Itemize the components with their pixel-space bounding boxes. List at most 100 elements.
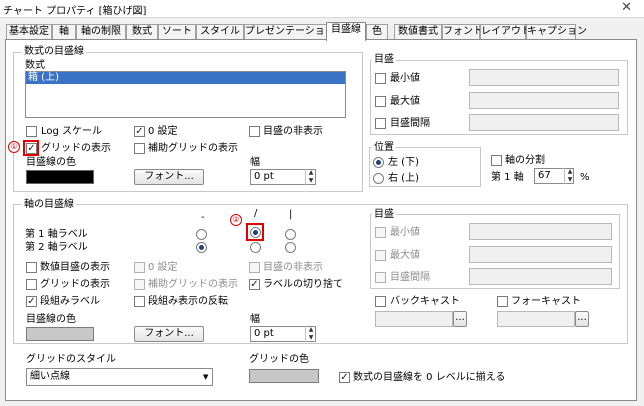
zero-setting-checkbox[interactable]: ✓ <box>134 126 145 137</box>
tab-expressions[interactable]: 数式 <box>126 24 158 40</box>
backcast-label: バックキャスト <box>390 296 460 307</box>
axis-zero-checkbox[interactable] <box>134 262 145 273</box>
chevron-down-icon[interactable]: ▼ <box>203 373 208 381</box>
expression-list[interactable]: 箱 (上) <box>25 71 346 118</box>
spin-up-icon[interactable]: ▲ <box>306 326 316 334</box>
minor-grid-checkbox[interactable] <box>134 143 145 154</box>
tab-gridlines[interactable]: 目盛線 <box>326 22 366 41</box>
tab-basic[interactable]: 基本設定 <box>6 24 52 40</box>
grid-style-label: グリッドのスタイル <box>26 354 116 365</box>
align-zero-checkbox[interactable]: ✓ <box>339 372 350 383</box>
forecast-input[interactable] <box>497 311 575 327</box>
annotation-marker-1: ① <box>8 141 20 153</box>
axis1-diagonal-radio[interactable] <box>250 227 261 238</box>
spin-down-icon[interactable]: ▼ <box>306 177 316 185</box>
expr-gridlines-title: 数式の目盛線 <box>22 46 86 58</box>
font-button[interactable]: フォント... <box>134 169 204 185</box>
tab-style[interactable]: スタイル <box>196 24 244 40</box>
position-right-radio[interactable] <box>373 173 384 184</box>
position-right-label: 右 (上) <box>388 173 419 184</box>
stagger-labels-checkbox[interactable]: ✓ <box>26 296 37 307</box>
tab-presentation[interactable]: プレゼンテーション <box>244 24 335 40</box>
grid-color-swatch[interactable] <box>26 170 94 184</box>
axis1-label: 第 1 軸ラベル <box>25 229 88 240</box>
forecast-label: フォーキャスト <box>511 296 581 307</box>
close-icon[interactable]: ✕ <box>621 0 632 15</box>
axis1-horizontal-radio[interactable] <box>196 229 207 240</box>
interval-checkbox[interactable] <box>375 118 386 129</box>
axis-min-input[interactable] <box>469 223 612 240</box>
tab-caption[interactable]: キャプション <box>526 24 587 40</box>
show-value-scale-label: 数値目盛の表示 <box>40 262 110 273</box>
axis-max-input[interactable] <box>469 246 612 263</box>
wrap-labels-checkbox[interactable]: ✓ <box>249 279 260 290</box>
hide-gridlines-label: 目盛の非表示 <box>263 126 323 137</box>
axis-grid-color-swatch[interactable] <box>26 327 94 341</box>
axis-hide-gridlines-checkbox[interactable] <box>249 262 260 273</box>
axis1-vertical-radio[interactable] <box>285 229 296 240</box>
reverse-stagger-checkbox[interactable] <box>134 296 145 307</box>
axis-split-checkbox[interactable] <box>491 155 502 166</box>
max-checkbox[interactable] <box>375 96 386 107</box>
axis-minor-grid-checkbox[interactable] <box>134 279 145 290</box>
min-input[interactable] <box>469 69 619 86</box>
list-item[interactable]: 箱 (上) <box>26 72 345 84</box>
min-label: 最小値 <box>390 73 420 84</box>
spin-up-icon[interactable]: ▲ <box>306 169 316 177</box>
max-input[interactable] <box>469 92 619 109</box>
axis-split-spinner[interactable]: ▲ ▼ <box>564 168 574 184</box>
axis-font-button[interactable]: フォント... <box>134 326 204 342</box>
min-checkbox[interactable] <box>375 73 386 84</box>
scale-group-bottom-title: 目盛 <box>372 209 396 221</box>
backcast-input[interactable] <box>375 311 453 327</box>
axis2-vertical-radio[interactable] <box>285 242 296 253</box>
stagger-labels-label: 段組みラベル <box>40 296 100 307</box>
tab-axis[interactable]: 軸 <box>52 24 76 40</box>
grid-style-dropdown[interactable]: 細い点線 <box>26 368 213 386</box>
show-grid-checkbox[interactable]: ✓ <box>26 143 37 154</box>
tab-font[interactable]: フォント <box>442 24 483 40</box>
interval-input[interactable] <box>469 114 619 131</box>
grid-style-value: 細い点線 <box>30 371 70 382</box>
hide-gridlines-checkbox[interactable] <box>249 126 260 137</box>
width-value: 0 pt <box>254 171 274 182</box>
axis-interval-checkbox[interactable] <box>375 272 386 283</box>
axis-width-spinner[interactable]: ▲ ▼ <box>305 326 315 342</box>
max-label: 最大値 <box>390 96 420 107</box>
log-scale-checkbox[interactable] <box>26 126 37 137</box>
interval-label: 目盛間隔 <box>390 118 430 129</box>
tab-axis-limits[interactable]: 軸の制限 <box>76 24 126 40</box>
axis-grid-color-label: 目盛線の色 <box>26 314 76 325</box>
axis-width-label: 幅 <box>250 314 260 325</box>
axis2-diagonal-radio[interactable] <box>250 242 261 253</box>
position-left-radio[interactable] <box>373 157 384 168</box>
axis-min-checkbox[interactable] <box>375 227 386 238</box>
backcast-checkbox[interactable] <box>375 296 386 307</box>
forecast-checkbox[interactable] <box>497 296 508 307</box>
axis-split-value: 67 <box>538 170 551 181</box>
width-spinner[interactable]: ▲ ▼ <box>305 169 315 185</box>
axis-show-grid-label: グリッドの表示 <box>40 279 110 290</box>
tab-color[interactable]: 色 <box>366 24 388 40</box>
axis2-horizontal-radio[interactable] <box>196 242 207 253</box>
axis-show-grid-checkbox[interactable] <box>26 279 37 290</box>
spin-up-icon[interactable]: ▲ <box>565 168 575 176</box>
grid-color-bottom-swatch[interactable] <box>249 369 319 383</box>
axis-interval-input[interactable] <box>469 268 612 285</box>
spin-down-icon[interactable]: ▼ <box>565 176 575 184</box>
axis-min-label: 最小値 <box>390 227 420 238</box>
tab-number-format[interactable]: 数値書式 <box>394 24 442 40</box>
axis-width-value: 0 pt <box>254 328 274 339</box>
forecast-browse-button[interactable]: ... <box>575 311 589 327</box>
show-value-scale-checkbox[interactable] <box>26 262 37 273</box>
position-left-label: 左 (下) <box>388 157 419 168</box>
tab-layout[interactable]: レイアウト <box>480 24 531 40</box>
axis-max-checkbox[interactable] <box>375 250 386 261</box>
tab-sort[interactable]: ソート <box>158 24 196 40</box>
axis-split-unit: % <box>580 172 590 183</box>
horizontal-glyph: - <box>201 212 205 223</box>
backcast-browse-button[interactable]: ... <box>453 311 467 327</box>
scale-group-top-title: 目盛 <box>372 54 396 66</box>
spin-down-icon[interactable]: ▼ <box>306 334 316 342</box>
zero-setting-label: 0 設定 <box>148 126 178 137</box>
